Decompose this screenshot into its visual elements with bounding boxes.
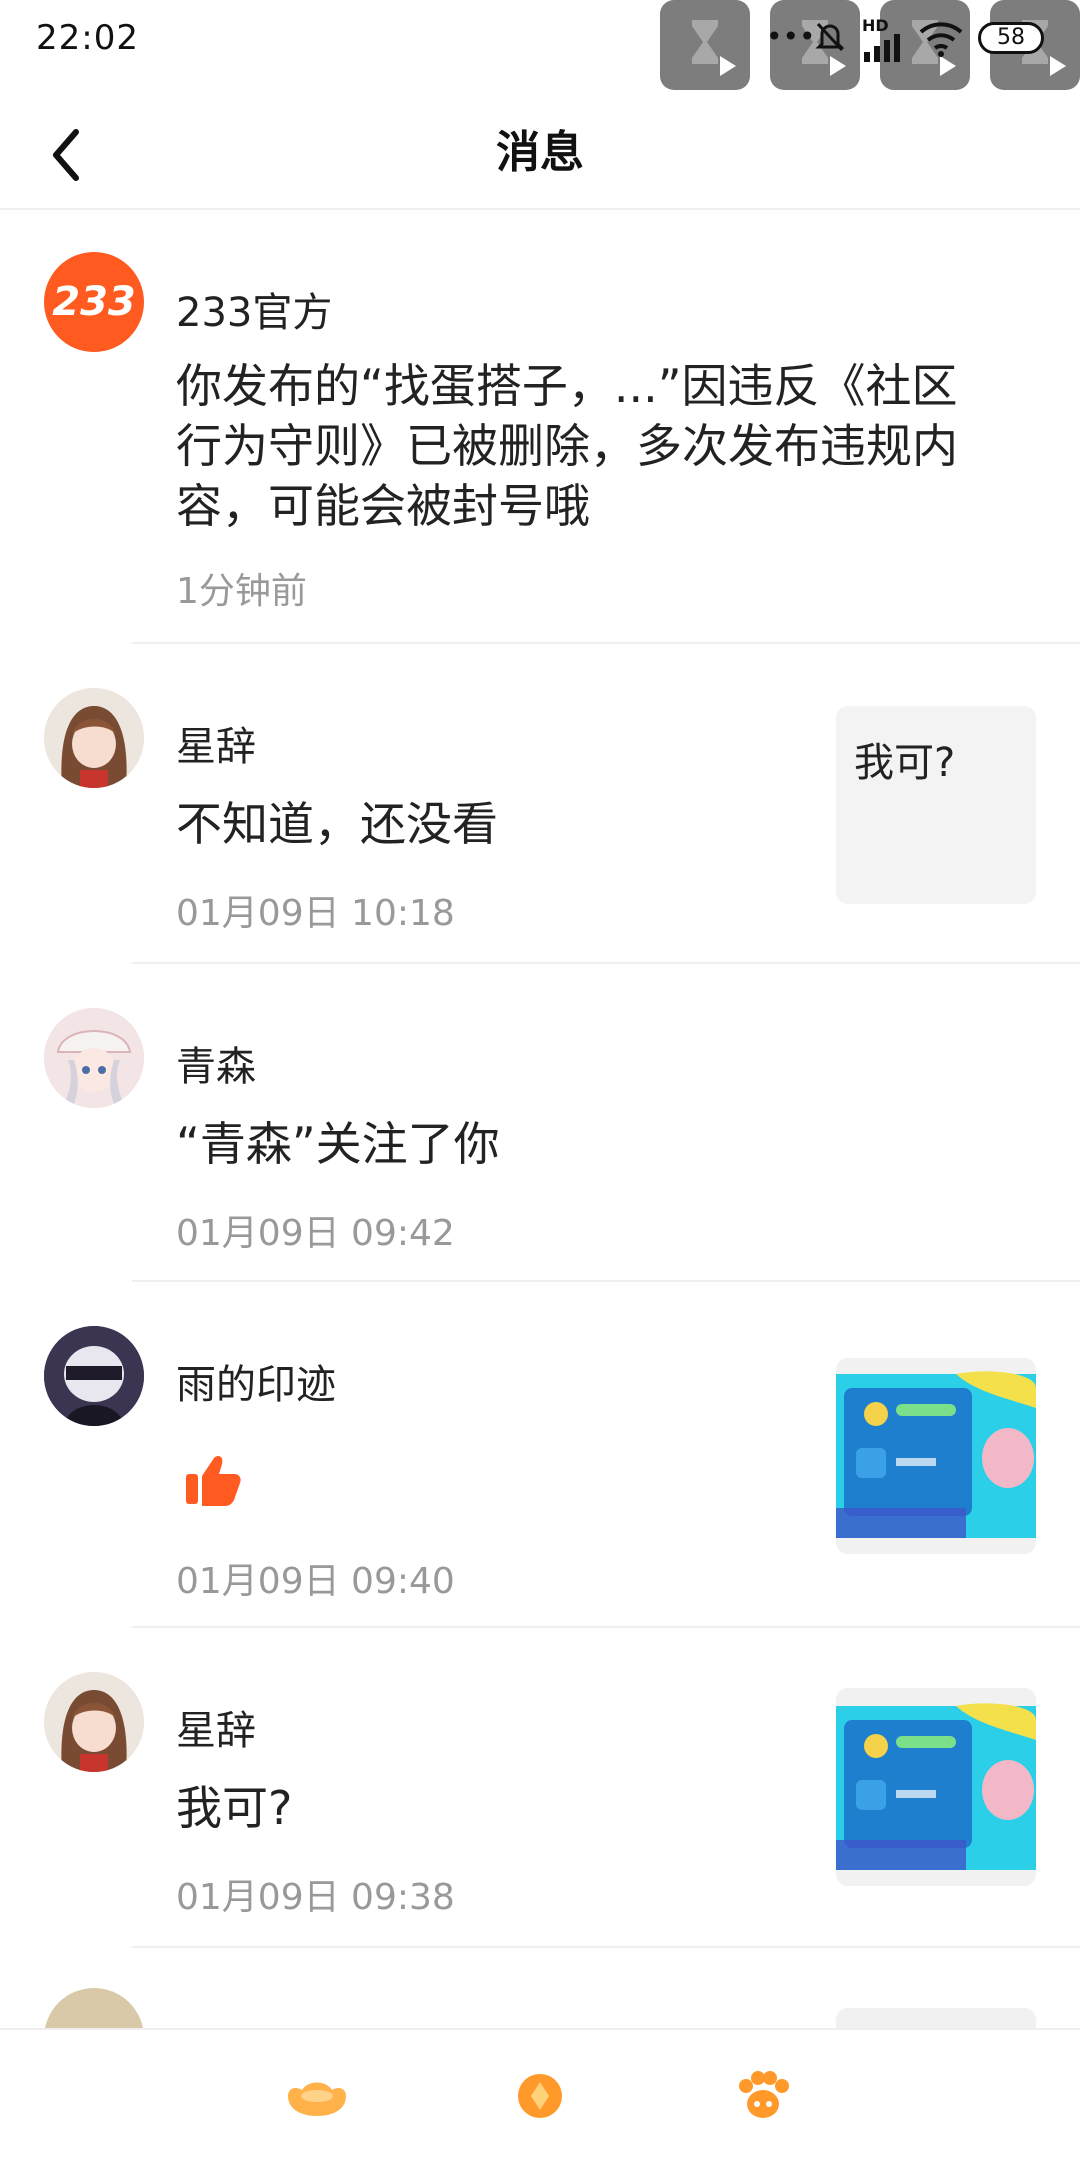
message-content: 我可?	[176, 1781, 293, 1835]
game-screenshot-thumbnail[interactable]	[836, 1358, 1036, 1554]
signal-icon	[864, 34, 900, 62]
avatar[interactable]	[44, 688, 144, 788]
more-dots-icon: •••	[766, 20, 816, 53]
thumbs-up-icon	[186, 1456, 241, 1506]
message-content: 不知道，还没看	[176, 797, 498, 851]
sender-name: 星辞	[176, 724, 256, 770]
message-item[interactable]	[0, 1948, 1080, 2028]
status-time: 22:02	[36, 18, 139, 58]
messages-screen: 22:02 ••• HD 58 消息 233 233官方 你发布的“找蛋搭子，.…	[0, 0, 1080, 2160]
message-content: “青森”关注了你	[176, 1117, 500, 1171]
sender-name: 233官方	[176, 290, 333, 336]
hourglass-icon	[660, 0, 750, 90]
avatar[interactable]: 233	[44, 252, 144, 352]
message-item[interactable]: 星辞 不知道，还没看 01月09日 10:18 我可?	[0, 644, 1080, 964]
wifi-icon	[919, 22, 963, 57]
message-item[interactable]: 青森 “青森”关注了你 01月09日 09:42	[0, 964, 1080, 1282]
gold-ingot-icon[interactable]	[282, 2066, 352, 2126]
message-content: 你发布的“找蛋搭子，...”因违反《社区行为守则》已被删除，多次发布违规内容，可…	[176, 359, 958, 533]
game-screenshot-thumbnail[interactable]	[836, 1688, 1036, 1886]
message-time: 01月09日 09:38	[176, 1877, 455, 1918]
reference-text: 我可?	[854, 740, 956, 786]
sender-name: 星辞	[176, 1708, 256, 1754]
avatar[interactable]	[44, 1672, 144, 1772]
avatar[interactable]	[44, 1988, 144, 2028]
paw-icon[interactable]	[728, 2066, 798, 2126]
page-header: 消息	[0, 100, 1080, 210]
message-item[interactable]: 星辞 我可? 01月09日 09:38	[0, 1628, 1080, 1948]
message-item[interactable]: 雨的印迹 01月09日 09:40	[0, 1282, 1080, 1628]
battery-indicator: 58	[978, 22, 1044, 54]
message-time: 1分钟前	[176, 571, 307, 612]
bottom-nav	[0, 2028, 1080, 2160]
status-bar: 22:02 ••• HD 58	[0, 0, 1080, 100]
sender-name: 青森	[176, 1044, 256, 1090]
sender-name: 雨的印迹	[176, 1362, 336, 1408]
avatar[interactable]	[44, 1008, 144, 1108]
message-time: 01月09日 09:42	[176, 1213, 455, 1254]
mute-bell-icon	[815, 22, 845, 52]
coin-icon[interactable]	[505, 2066, 575, 2126]
message-item[interactable]: 233 233官方 你发布的“找蛋搭子，...”因违反《社区行为守则》已被删除，…	[0, 212, 1080, 644]
avatar[interactable]	[44, 1326, 144, 1426]
message-time: 01月09日 09:40	[176, 1561, 455, 1602]
message-time: 01月09日 10:18	[176, 893, 455, 934]
avatar-logo-text: 233	[52, 279, 136, 325]
reference-preview[interactable]: 我可?	[836, 706, 1036, 904]
page-title: 消息	[496, 127, 584, 178]
reference-preview[interactable]	[836, 2008, 1036, 2028]
